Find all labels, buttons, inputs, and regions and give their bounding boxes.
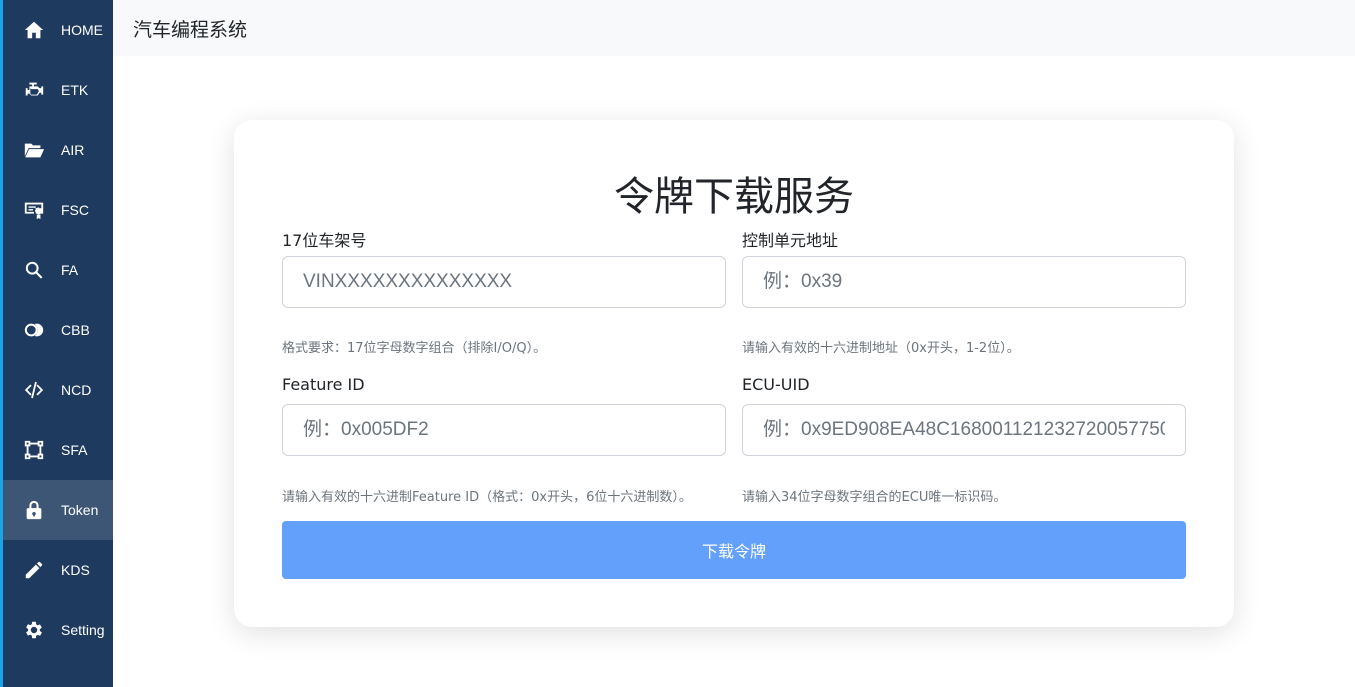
sidebar-item-setting[interactable]: Setting	[3, 600, 113, 660]
token-download-card: 令牌下载服务 17位车架号 格式要求：17位字母数字组合（排除I/O/Q）。 控…	[234, 120, 1234, 627]
sidebar-item-home[interactable]: HOME	[3, 0, 113, 60]
lock-icon	[22, 498, 46, 522]
folder-open-icon	[22, 138, 46, 162]
ecu-uid-input[interactable]	[742, 404, 1186, 456]
sidebar-item-etk[interactable]: ETK	[3, 60, 113, 120]
sidebar-item-air[interactable]: AIR	[3, 120, 113, 180]
address-label: 控制单元地址	[742, 231, 839, 250]
sidebar-item-label: FSC	[61, 202, 89, 218]
feature-id-help-text: 请输入有效的十六进制Feature ID（格式：0x开头，6位十六进制数）。	[282, 490, 692, 505]
sidebar-item-label: FA	[61, 262, 79, 278]
sidebar-item-label: KDS	[61, 562, 90, 578]
sidebar-item-fsc[interactable]: FSC	[3, 180, 113, 240]
certificate-icon	[22, 198, 46, 222]
feature-id-input[interactable]	[282, 404, 726, 456]
engine-icon	[22, 78, 46, 102]
vin-help-text: 格式要求：17位字母数字组合（排除I/O/Q）。	[282, 341, 547, 356]
ecu-uid-help-text: 请输入34位字母数字组合的ECU唯一标识码。	[742, 490, 1007, 505]
sidebar-item-label: HOME	[61, 22, 103, 38]
sidebar-item-label: AIR	[61, 142, 85, 158]
address-input[interactable]	[742, 256, 1186, 308]
vector-square-icon	[22, 438, 46, 462]
sidebar-item-label: ETK	[61, 82, 89, 98]
top-bar: 汽车编程系统	[113, 0, 1355, 56]
page-title: 令牌下载服务	[614, 174, 854, 220]
sidebar-item-kds[interactable]: KDS	[3, 540, 113, 600]
app-title: 汽车编程系统	[133, 18, 248, 41]
home-icon	[22, 18, 46, 42]
vin-input[interactable]	[282, 256, 726, 308]
sidebar-item-label: Setting	[61, 622, 105, 638]
sidebar-item-fa[interactable]: FA	[3, 240, 113, 300]
sidebar-item-ncd[interactable]: NCD	[3, 360, 113, 420]
sidebar-item-label: NCD	[61, 382, 92, 398]
sidebar-item-label: CBB	[61, 322, 90, 338]
pencil-icon	[22, 558, 46, 582]
sidebar-item-label: Token	[61, 502, 99, 518]
gear-icon	[22, 618, 46, 642]
toggle-circles-icon	[22, 318, 46, 342]
code-icon	[22, 378, 46, 402]
sidebar: HOME ETK AIR FSC FA CBB NCD SFA Token KD…	[0, 0, 113, 687]
download-token-button[interactable]: 下载令牌	[282, 521, 1186, 579]
sidebar-item-token[interactable]: Token	[3, 480, 113, 540]
sidebar-item-label: SFA	[61, 442, 88, 458]
sidebar-item-cbb[interactable]: CBB	[3, 300, 113, 360]
ecu-uid-label: ECU-UID	[742, 375, 810, 394]
search-icon	[22, 258, 46, 282]
feature-id-label: Feature ID	[282, 375, 365, 394]
sidebar-item-sfa[interactable]: SFA	[3, 420, 113, 480]
vin-label: 17位车架号	[282, 231, 367, 250]
address-help-text: 请输入有效的十六进制地址（0x开头，1-2位）。	[742, 341, 1020, 356]
